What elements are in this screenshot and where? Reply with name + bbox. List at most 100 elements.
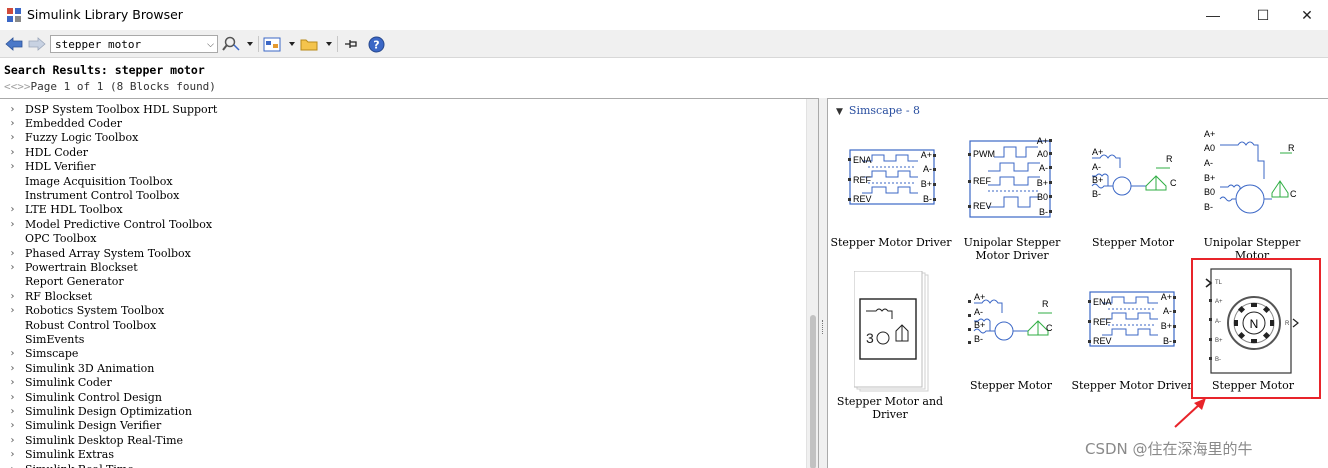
port-label: REV <box>853 194 872 204</box>
window-title: Simulink Library Browser <box>27 7 183 22</box>
chevron-right-icon[interactable]: › <box>0 363 25 374</box>
pin-button[interactable] <box>342 35 360 53</box>
search-options-icon <box>222 36 253 51</box>
tree-item[interactable]: SimEvents <box>0 332 84 346</box>
tree-item[interactable]: Image Acquisition Toolbox <box>0 174 173 188</box>
tree-scrollbar-thumb[interactable] <box>810 315 816 468</box>
port-label: REF <box>853 175 872 185</box>
port-label: C <box>1170 178 1177 188</box>
tree-scrollbar[interactable] <box>806 99 818 468</box>
forward-arrow-icon <box>28 37 46 51</box>
search-input[interactable]: stepper motor <box>50 35 218 53</box>
minimize-button[interactable]: — <box>1190 0 1236 30</box>
chevron-right-icon[interactable]: › <box>0 204 25 215</box>
chevron-right-icon[interactable]: › <box>0 348 25 359</box>
block-stepper-motor-driver[interactable]: ENA REF REV A+ A- B+ B- <box>848 147 938 209</box>
tree-item-label: Report Generator <box>25 275 124 289</box>
tree-item[interactable]: ›Simulink Real-Time <box>0 462 134 468</box>
chevron-down-icon: ⌵ <box>207 38 214 49</box>
chevron-right-icon[interactable]: › <box>0 248 25 259</box>
tree-item[interactable]: Report Generator <box>0 275 124 289</box>
tree-item[interactable]: › RF Blockset <box>0 289 93 303</box>
chevron-right-icon[interactable]: › <box>0 147 25 158</box>
chevron-right-icon[interactable]: › <box>0 305 25 316</box>
chevron-right-icon[interactable]: › <box>0 132 25 143</box>
chevron-right-icon[interactable]: › <box>0 219 25 230</box>
chevron-right-icon[interactable]: › <box>0 464 25 468</box>
tree-item[interactable]: › Simulink Design Verifier <box>0 419 162 433</box>
tree-item[interactable]: Robust Control Toolbox <box>0 318 156 332</box>
chevron-right-icon[interactable]: › <box>0 392 25 403</box>
port-label: B- <box>1163 336 1172 346</box>
chevron-right-icon[interactable]: › <box>0 420 25 431</box>
pane-splitter[interactable] <box>819 98 827 468</box>
block-label-line: Unipolar Stepper <box>963 236 1061 249</box>
tree-item[interactable]: › Simulink Desktop Real-Time <box>0 433 184 447</box>
forward-button[interactable] <box>27 35 47 53</box>
collapse-triangle-icon: ▼ <box>836 107 843 117</box>
chevron-right-icon[interactable]: › <box>0 118 25 129</box>
port-label: A0 <box>1204 143 1215 153</box>
tree-item[interactable]: OPC Toolbox <box>0 232 96 246</box>
tree-item[interactable]: › Simulink 3D Animation <box>0 361 155 375</box>
block-label-line: Stepper Motor <box>969 379 1052 392</box>
tree-item-label: LTE HDL Toolbox <box>25 203 123 217</box>
tree-item[interactable]: › DSP System Toolbox HDL Support <box>0 102 218 116</box>
block-stepper-motor-driver-2[interactable]: ENA REF REV A+ A- B+ B- <box>1088 289 1178 351</box>
help-button[interactable]: ? <box>367 35 385 53</box>
tree-item[interactable]: › LTE HDL Toolbox <box>0 203 123 217</box>
block-unipolar-stepper-motor-driver[interactable]: PWM REF REV A+ A0 A- B+ B0 B- <box>968 135 1058 221</box>
stepper-motor-icon: A+ A- B+ B- R C <box>1091 147 1177 199</box>
tree-item[interactable]: › Embedded Coder <box>0 116 123 130</box>
back-button[interactable] <box>4 35 24 53</box>
tree-item-label: Simscape <box>25 347 79 361</box>
chevron-right-icon[interactable]: › <box>0 104 25 115</box>
tree-item[interactable]: › Model Predictive Control Toolbox <box>0 217 213 231</box>
search-history-dropdown[interactable]: ⌵ <box>204 36 217 52</box>
open-model-button[interactable] <box>300 35 334 53</box>
tree-item[interactable]: › HDL Coder <box>0 145 89 159</box>
tree-item[interactable]: › Simulink Extras <box>0 448 114 462</box>
search-options-button[interactable] <box>222 35 254 53</box>
tree-item[interactable]: › Phased Array System Toolbox <box>0 246 191 260</box>
block-stepper-motor[interactable]: A+ A- B+ B- R C <box>1086 146 1178 204</box>
stepper-motor-driver-icon: ENA REF REV A+ A- B+ B- <box>848 149 936 205</box>
new-model-button[interactable] <box>263 35 297 53</box>
tree-item[interactable]: › Powertrain Blockset <box>0 260 138 274</box>
port-label: REF <box>973 176 992 186</box>
stepper-motor-driver-icon: ENA REF REV A+ A- B+ B- <box>1088 291 1176 347</box>
tree-item[interactable]: › HDL Verifier <box>0 160 96 174</box>
group-title: Simscape - 8 <box>848 104 921 117</box>
block-label-line: Motor Driver <box>975 249 1049 262</box>
block-unipolar-stepper-motor[interactable]: A+ A0 A- B+ B0 B- R C <box>1202 129 1298 219</box>
tree-item[interactable]: › Simscape <box>0 347 79 361</box>
port-label: R <box>1042 299 1049 309</box>
tree-item[interactable]: › Robotics System Toolbox <box>0 304 165 318</box>
chevron-right-icon[interactable]: › <box>0 291 25 302</box>
pager-arrows[interactable]: <<>> <box>4 80 31 93</box>
tree-item[interactable]: › Simulink Design Optimization <box>0 404 192 418</box>
tree-item[interactable]: Instrument Control Toolbox <box>0 188 179 202</box>
chevron-right-icon[interactable]: › <box>0 262 25 273</box>
close-button[interactable]: ✕ <box>1284 0 1328 30</box>
library-tree[interactable]: › DSP System Toolbox HDL Support › Embedded… <box>0 98 819 468</box>
tree-item-label: SimEvents <box>25 333 85 347</box>
port-label: A+ <box>1092 147 1103 157</box>
open-model-icon <box>300 39 332 51</box>
chevron-right-icon[interactable]: › <box>0 435 25 446</box>
chevron-right-icon[interactable]: › <box>0 161 25 172</box>
chevron-right-icon[interactable]: › <box>0 449 25 460</box>
block-label-line: Stepper Motor <box>1091 236 1174 249</box>
block-stepper-motor-and-driver[interactable]: 3 <box>854 271 930 393</box>
port-label: A+ <box>1161 292 1172 302</box>
port-label: ENA <box>853 155 872 165</box>
watermark: CSDN @住在深海里的牛 <box>1085 440 1253 458</box>
tree-item[interactable]: › Simulink Coder <box>0 376 112 390</box>
chevron-right-icon[interactable]: › <box>0 377 25 388</box>
chevron-right-icon[interactable]: › <box>0 406 25 417</box>
maximize-button[interactable]: ☐ <box>1240 0 1286 30</box>
group-header-simscape[interactable]: ▼ Simscape - 8 <box>836 104 920 117</box>
block-stepper-motor-2[interactable]: A+ A- B+ B- R C <box>968 291 1060 349</box>
tree-item[interactable]: › Simulink Control Design <box>0 390 162 404</box>
tree-item[interactable]: › Fuzzy Logic Toolbox <box>0 131 139 145</box>
